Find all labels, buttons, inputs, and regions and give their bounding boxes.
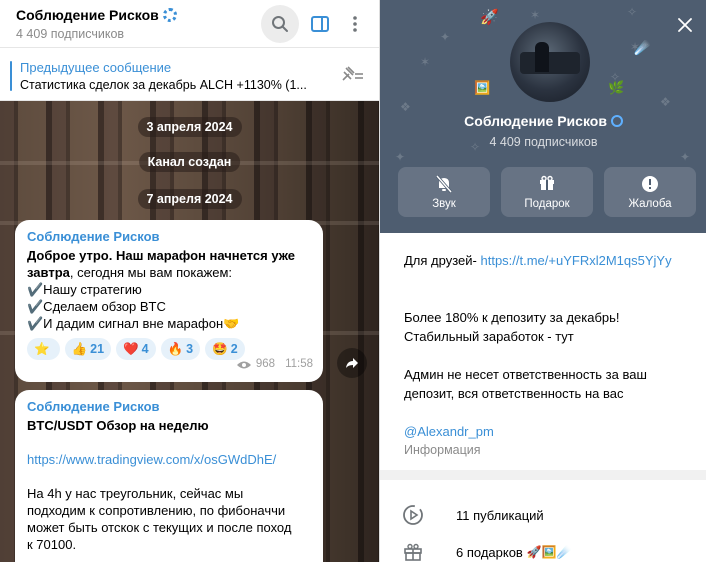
gift-rocket-icon: 🚀 xyxy=(480,9,499,26)
service-message: Канал создан xyxy=(138,152,241,172)
info-caption: Информация xyxy=(404,443,481,457)
media-play-icon xyxy=(403,505,423,525)
gift-comet-icon: ☄️ xyxy=(634,40,651,55)
message-text-line: ✔️И дадим сигнал вне марафон🤝 xyxy=(27,316,240,331)
channel-title: Соблюдение Рисков xyxy=(16,7,177,23)
channel-avatar[interactable] xyxy=(510,22,590,102)
search-button[interactable] xyxy=(261,5,299,43)
close-icon xyxy=(678,18,692,32)
message-text-line: к 70100. xyxy=(27,537,77,552)
message-title: BTC/USDT Обзор на неделю xyxy=(27,418,209,433)
reaction-fire[interactable]: 🔥 3 xyxy=(160,338,201,360)
reaction-heart[interactable]: ❤️ 4 xyxy=(116,338,156,360)
thumbs-up-icon: 👍 xyxy=(71,341,88,356)
message-link[interactable]: https://www.tradingview.com/x/osGWdDhE/ xyxy=(27,451,311,468)
channel-info-panel: ✶ ❖ ✦ ✶ ❖ ✦ ✦ ✧ ✧ ✶ ✧ 🚀 🖼️ ☄️ 🌿 Соблюден… xyxy=(379,0,706,562)
reaction-star[interactable]: ⭐ xyxy=(27,338,60,360)
message-meta: 968 11:58 xyxy=(236,356,313,373)
subscriber-count: 4 409 подписчиков xyxy=(16,27,125,41)
channel-description: Для друзей- https://t.me/+uYFRxl2M1qs5Yj… xyxy=(404,251,672,460)
telegram-window: Соблюдение Рисков 4 409 подписчиков Пред… xyxy=(0,0,706,562)
message-author[interactable]: Соблюдение Рисков xyxy=(27,398,311,415)
pin-list-icon xyxy=(342,66,363,81)
view-count: 968 xyxy=(255,358,276,370)
star-icon: ⭐ xyxy=(34,341,50,356)
pinned-list-button[interactable] xyxy=(340,65,364,88)
bell-off-icon xyxy=(436,175,452,193)
toggle-sidebar-button[interactable] xyxy=(301,5,339,43)
message-text-line: подходим к сопротивлению, по фибоначчи xyxy=(27,503,286,518)
loading-spinner-icon xyxy=(162,8,177,22)
profile-name-text: Соблюдение Рисков xyxy=(464,113,607,129)
publications-count: 11 публикаций xyxy=(456,507,544,523)
date-separator: 3 апреля 2024 xyxy=(137,117,242,137)
pinned-label: Предыдущее сообщение xyxy=(20,60,172,75)
message-text-line: ✔️Нашу стратегию xyxy=(27,282,142,297)
profile-name: Соблюдение Рисков xyxy=(380,113,706,129)
gift-label: Подарок xyxy=(524,198,570,210)
reaction-count: 4 xyxy=(141,341,149,356)
reaction-thumbs-up[interactable]: 👍 21 xyxy=(64,338,112,360)
message-bubble[interactable]: Соблюдение Рисков Доброе утро. Наш мараф… xyxy=(15,220,323,382)
channel-name: Соблюдение Рисков xyxy=(16,7,159,23)
message-text-line: завтра, сегодня мы вам покажем: xyxy=(27,265,233,280)
chat-header[interactable]: Соблюдение Рисков 4 409 подписчиков xyxy=(0,0,379,48)
description-line: Более 180% к депозиту за декабрь! xyxy=(404,310,620,325)
publications-row[interactable]: 11 публикаций xyxy=(400,502,544,528)
verified-ring-icon xyxy=(610,115,623,127)
gift-plant-icon: 🌿 xyxy=(608,80,625,95)
forward-arrow-icon xyxy=(346,358,358,368)
fire-icon: 🔥 xyxy=(167,341,184,356)
description-line: Стабильный заработок - тут xyxy=(404,329,574,344)
forward-button[interactable] xyxy=(337,348,367,378)
friends-line: Для друзей- https://t.me/+uYFRxl2M1qs5Yj… xyxy=(404,251,672,270)
message-time: 11:58 xyxy=(285,358,313,370)
invite-link[interactable]: https://t.me/+uYFRxl2M1qs5YjYy xyxy=(480,253,671,268)
star-struck-icon: 🤩 xyxy=(212,341,228,356)
pinned-indicator xyxy=(10,61,12,91)
report-button[interactable]: Жалоба xyxy=(604,167,696,217)
admin-handle-link[interactable]: @Alexandr_pm xyxy=(404,422,672,441)
sidebar-panel-icon xyxy=(311,16,329,32)
mute-label: Звук xyxy=(432,198,456,210)
close-panel-button[interactable] xyxy=(674,14,696,36)
message-bubble[interactable]: Соблюдение Рисков BTC/USDT Обзор на неде… xyxy=(15,390,323,562)
more-menu-button[interactable] xyxy=(336,5,374,43)
mute-button[interactable]: Звук xyxy=(398,167,490,217)
gift-outline-icon xyxy=(404,543,422,561)
gift-icon xyxy=(540,175,554,190)
message-text-line: На 4h у нас треугольник, сейчас мы xyxy=(27,486,244,501)
pinned-message-bar[interactable]: Предыдущее сообщение Статистика сделок з… xyxy=(0,49,379,101)
friends-label: Для друзей- xyxy=(404,253,477,268)
gift-picture-icon: 🖼️ xyxy=(474,80,491,95)
reaction-count: 3 xyxy=(186,341,194,356)
message-text-line: ✔️Сделаем обзор BTC xyxy=(27,299,166,314)
profile-subscribers: 4 409 подписчиков xyxy=(489,135,598,149)
reaction-count: 2 xyxy=(230,341,238,356)
reaction-count: 21 xyxy=(90,341,105,356)
date-separator: 7 апреля 2024 xyxy=(137,189,242,209)
gift-preview-icons: 🚀🖼️☄️ xyxy=(526,545,572,559)
report-label: Жалоба xyxy=(628,198,672,210)
gift-button[interactable]: Подарок xyxy=(501,167,593,217)
profile-cover: ✶ ❖ ✦ ✶ ❖ ✦ ✦ ✧ ✧ ✶ ✧ 🚀 🖼️ ☄️ 🌿 Соблюден… xyxy=(380,0,706,233)
more-vertical-icon xyxy=(353,16,357,32)
chat-area[interactable]: 3 апреля 2024 Канал создан 7 апреля 2024… xyxy=(0,101,379,562)
description-line: Админ не несет ответственность за ваш xyxy=(404,367,647,382)
message-author[interactable]: Соблюдение Рисков xyxy=(27,228,311,245)
report-icon xyxy=(642,176,658,192)
gifts-count: 6 подарков xyxy=(456,544,523,560)
views-eye-icon xyxy=(236,361,251,368)
heart-icon: ❤️ xyxy=(123,341,139,356)
gifts-row[interactable]: 6 подарков 🚀🖼️☄️ xyxy=(400,539,572,562)
message-text-line: может быть отскок с текущих и после похо… xyxy=(27,520,292,535)
description-line: депозит, вся ответственность на вас xyxy=(404,386,624,401)
search-icon xyxy=(272,16,288,32)
section-divider xyxy=(380,470,706,480)
pinned-text: Статистика сделок за декабрь ALCH +1130%… xyxy=(20,78,307,92)
message-text-line: Доброе утро. Наш марафон начнется уже xyxy=(27,248,295,263)
